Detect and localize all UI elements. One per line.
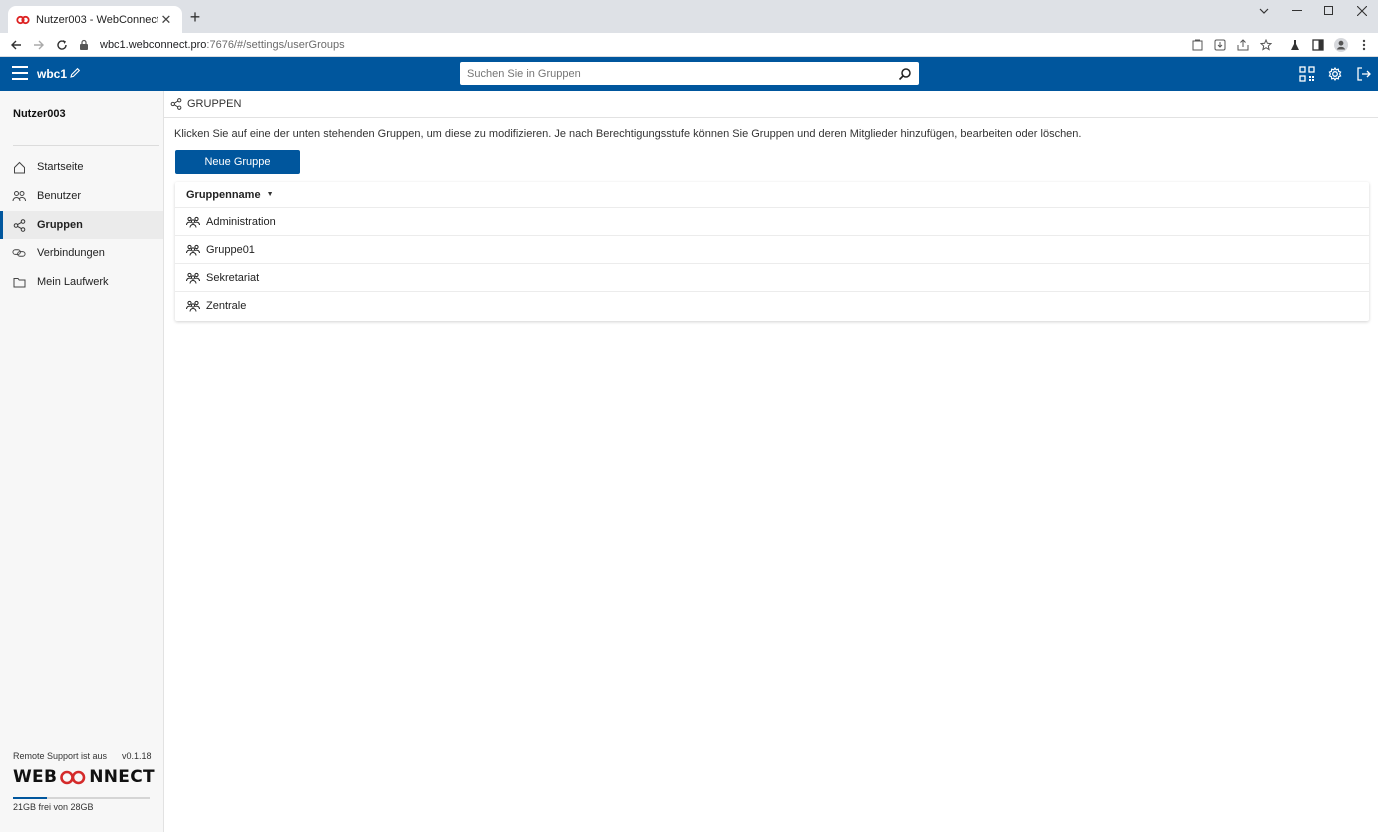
share-nodes-icon xyxy=(170,98,182,110)
group-name: Gruppe01 xyxy=(206,243,255,256)
folder-icon xyxy=(12,275,26,289)
current-user: Nutzer003 xyxy=(13,108,66,120)
app-name: wbc1 xyxy=(37,67,68,81)
page-info-icon[interactable] xyxy=(1189,37,1205,53)
webconnect-logo: WEB NNECT xyxy=(13,767,155,787)
sidebar-item-verbindungen[interactable]: Verbindungen xyxy=(0,239,163,267)
sidebar-item-label: Startseite xyxy=(37,161,84,173)
storage-bar-fill xyxy=(13,797,48,799)
table-row[interactable]: Sekretariat xyxy=(175,264,1369,292)
browser-tab[interactable]: Nutzer003 - WebConnect ✕ xyxy=(8,6,182,33)
search-input[interactable] xyxy=(467,67,898,80)
home-icon xyxy=(12,160,26,174)
side-panel-icon[interactable] xyxy=(1310,37,1326,53)
sidebar-item-benutzer[interactable]: Benutzer xyxy=(0,182,163,210)
remote-support-status: Remote Support ist aus xyxy=(13,751,108,761)
back-icon[interactable] xyxy=(6,35,26,55)
groups-table: Gruppenname ▼ Administration Gruppe01 Se… xyxy=(175,182,1369,321)
url-path: :7676/#/settings/userGroups xyxy=(206,39,345,51)
qr-code-icon[interactable] xyxy=(1299,66,1315,82)
url-host: wbc1.webconnect.pro xyxy=(100,39,207,51)
group-icon xyxy=(186,300,200,312)
close-tab-icon[interactable]: ✕ xyxy=(158,12,174,28)
search-icon[interactable] xyxy=(898,67,912,81)
sidebar-item-label: Benutzer xyxy=(37,190,82,202)
address-bar: wbc1.webconnect.pro:7676/#/settings/user… xyxy=(0,33,1378,57)
breadcrumb: GRUPPEN xyxy=(164,91,1378,118)
sidebar-item-mein-laufwerk[interactable]: Mein Laufwerk xyxy=(0,268,163,296)
group-name: Zentrale xyxy=(206,300,247,312)
table-row[interactable]: Zentrale xyxy=(175,292,1369,320)
profile-avatar-icon[interactable] xyxy=(1333,37,1349,53)
sidebar-item-label: Mein Laufwerk xyxy=(37,276,109,288)
group-icon xyxy=(186,244,200,256)
sidebar-item-label: Gruppen xyxy=(37,219,83,231)
divider xyxy=(13,145,159,146)
column-header-gruppenname[interactable]: Gruppenname ▼ xyxy=(175,182,1369,208)
logo-rings-icon xyxy=(60,770,86,784)
app-version: v0.1.18 xyxy=(122,751,152,761)
sort-caret-icon: ▼ xyxy=(266,191,274,198)
logout-icon[interactable] xyxy=(1356,66,1372,82)
group-icon xyxy=(186,272,200,284)
url-field[interactable]: wbc1.webconnect.pro:7676/#/settings/user… xyxy=(78,35,1178,55)
users-icon xyxy=(12,189,26,203)
table-row[interactable]: Administration xyxy=(175,208,1369,236)
browser-tab-bar: Nutzer003 - WebConnect ✕ + xyxy=(0,0,1378,33)
link-icon xyxy=(12,246,26,260)
sidebar-item-gruppen[interactable]: Gruppen xyxy=(0,211,163,239)
table-row[interactable]: Gruppe01 xyxy=(175,236,1369,264)
sidebar: Nutzer003 Startseite Benutzer Gruppen Ve… xyxy=(0,91,164,832)
bookmark-star-icon[interactable] xyxy=(1258,37,1274,53)
edit-pencil-icon[interactable] xyxy=(69,67,81,79)
storage-text: 21GB frei von 28GB xyxy=(13,802,94,812)
reload-icon[interactable] xyxy=(52,35,72,55)
minimize-icon[interactable] xyxy=(1281,0,1313,22)
browser-menu-icon[interactable] xyxy=(1356,37,1372,53)
sidebar-item-label: Verbindungen xyxy=(37,247,105,259)
intro-text: Klicken Sie auf eine der unten stehenden… xyxy=(174,128,1082,140)
install-app-icon[interactable] xyxy=(1212,37,1228,53)
webconnect-favicon-icon xyxy=(16,13,30,27)
new-group-button[interactable]: Neue Gruppe xyxy=(175,150,300,174)
group-name: Sekretariat xyxy=(206,271,260,284)
new-tab-button[interactable]: + xyxy=(186,7,204,27)
labs-flask-icon[interactable] xyxy=(1287,37,1303,53)
share-nodes-icon xyxy=(12,218,26,232)
close-window-icon[interactable] xyxy=(1346,0,1378,22)
group-name: Administration xyxy=(206,215,276,228)
page-title: GRUPPEN xyxy=(187,98,242,110)
app-header: wbc1 xyxy=(0,57,1378,91)
share-icon[interactable] xyxy=(1235,37,1251,53)
sidebar-item-startseite[interactable]: Startseite xyxy=(0,153,163,181)
storage-bar xyxy=(13,797,150,799)
maximize-icon[interactable] xyxy=(1313,0,1345,22)
settings-gear-icon[interactable] xyxy=(1327,66,1343,82)
group-search xyxy=(460,62,919,85)
forward-icon[interactable] xyxy=(29,35,49,55)
menu-hamburger-icon[interactable] xyxy=(12,66,28,80)
group-icon xyxy=(186,216,200,228)
lock-icon xyxy=(80,39,88,50)
browser-tab-title: Nutzer003 - WebConnect xyxy=(36,13,158,26)
tab-search-icon[interactable] xyxy=(1248,0,1280,22)
